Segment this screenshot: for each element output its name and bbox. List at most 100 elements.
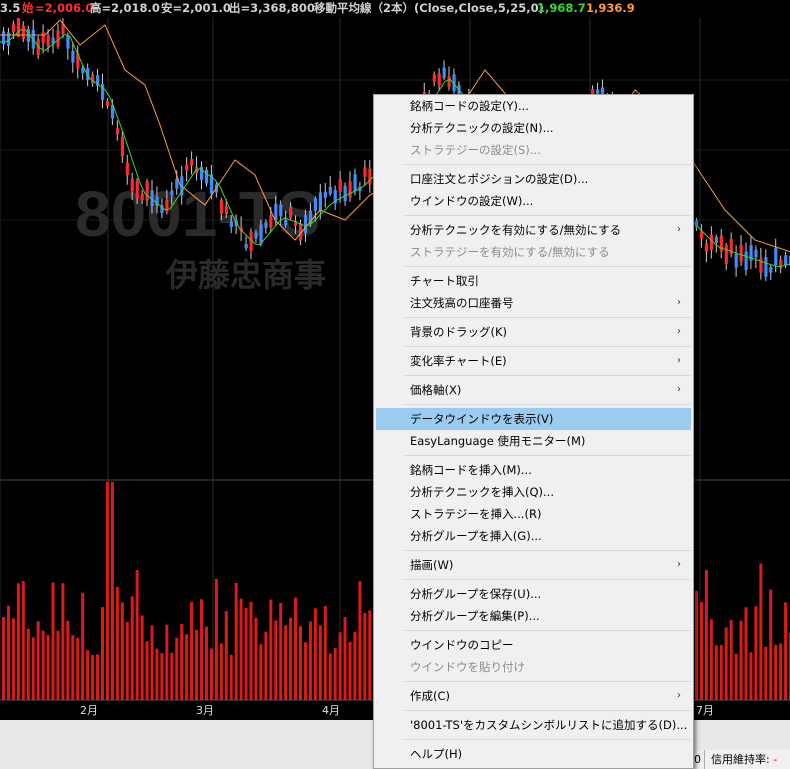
menu-item[interactable]: 注文残高の口座番号 › [376, 292, 691, 314]
candle-body [774, 247, 778, 265]
menu-item[interactable]: 分析テクニックを有効にする/無効にする › [376, 219, 691, 241]
submenu-arrow-icon: › [677, 326, 681, 337]
menu-item-label: 背景のドラッグ(K) [410, 325, 508, 339]
menu-item[interactable]: 分析テクニックを挿入(Q)... [376, 481, 691, 503]
candle-body [744, 251, 748, 271]
volume-bar [101, 607, 104, 700]
volume-bar [120, 602, 124, 700]
menu-item-label: 口座注文とポジションの設定(D)... [410, 172, 589, 186]
menu-item[interactable]: 変化率チャート(E) › [376, 350, 691, 372]
volume-bar [135, 569, 139, 700]
volume-bar [190, 601, 194, 700]
menu-item-label: ウインドウの設定(W)... [410, 194, 534, 208]
volume-bar [36, 621, 40, 700]
menu-item[interactable]: 分析グループを挿入(G)... [376, 525, 691, 547]
volume-bar [229, 654, 233, 700]
candle-body [170, 190, 174, 196]
menu-item-label: 分析テクニックの設定(N)... [410, 121, 554, 135]
menu-item[interactable]: 描画(W) › [376, 554, 691, 576]
menu-item[interactable]: 口座注文とポジションの設定(D)... [376, 168, 691, 190]
candle-body [734, 253, 738, 268]
margin-ratio-label: 信用維持率: [711, 753, 770, 766]
volume-bar [289, 617, 293, 700]
menu-item[interactable]: 銘柄コードを挿入(M)... [376, 459, 691, 481]
menu-item[interactable]: 価格軸(X) › [376, 379, 691, 401]
candle-body [704, 243, 709, 252]
volume-bar [363, 612, 367, 700]
volume-bar [46, 635, 50, 700]
volume-bar [769, 589, 773, 700]
volume-bar [274, 620, 278, 700]
volume-bar [749, 652, 753, 700]
menu-item-label: データウインドウを表示(V) [410, 412, 554, 426]
candle-body [264, 222, 268, 228]
volume-bar [333, 648, 337, 700]
menu-item[interactable]: EasyLanguage 使用モニター(M) [376, 430, 691, 452]
volume-bar [175, 637, 179, 700]
month-label: 7月 [696, 704, 714, 717]
volume-bar [61, 583, 65, 700]
candle-body [140, 193, 144, 201]
candle-body [105, 100, 110, 107]
menu-item[interactable]: ヘルプ(H) [376, 743, 691, 765]
menu-separator [404, 375, 691, 376]
volume-bar [744, 607, 748, 700]
month-label: 3月 [196, 704, 214, 717]
volume-bar [353, 631, 357, 700]
candle-body [279, 204, 283, 217]
candle-body [185, 164, 189, 171]
menu-item[interactable]: データウインドウを表示(V) [376, 408, 691, 430]
menu-item[interactable]: ウインドウの設定(W)... [376, 190, 691, 212]
volume-bar [31, 637, 35, 700]
menu-item[interactable]: 分析グループを保存(U)... [376, 583, 691, 605]
candle-body [41, 32, 45, 43]
volume-bar [234, 582, 238, 700]
menu-item[interactable]: ウインドウのコピー [376, 634, 691, 656]
volume-bar [719, 645, 723, 700]
volume-bar [96, 654, 100, 700]
volume-bar [41, 630, 45, 700]
candle-body [259, 224, 263, 244]
menu-item-label: ヘルプ(H) [410, 747, 463, 761]
volume-bar [318, 625, 322, 700]
candle-body [229, 221, 233, 227]
volume-bar [338, 632, 342, 700]
menu-item[interactable]: 銘柄コードの設定(Y)... [376, 95, 691, 117]
menu-item[interactable]: 作成(C) › [376, 685, 691, 707]
menu-item[interactable]: 分析グループを編集(P)... [376, 605, 691, 627]
candle-body [219, 200, 223, 214]
menu-item[interactable]: '8001-TS'をカスタムシンボルリストに追加する(D)... [376, 714, 691, 736]
volume-bar [150, 625, 154, 700]
candle-body [16, 18, 21, 38]
candle-body [754, 249, 758, 258]
menu-item-label: チャート取引 [410, 274, 479, 288]
menu-separator [404, 455, 691, 456]
volume-bar [724, 627, 728, 700]
menu-item[interactable]: 分析テクニックの設定(N)... [376, 117, 691, 139]
menu-item[interactable]: ストラテジーを挿入...(R) [376, 503, 691, 525]
candle-body [764, 257, 768, 277]
menu-separator [404, 710, 691, 711]
menu-item: ストラテジーを有効にする/無効にする [376, 241, 691, 263]
volume-bar [249, 601, 253, 700]
volume-bar [224, 611, 228, 700]
candle-body [289, 207, 293, 219]
menu-item-label: ストラテジーを挿入...(R) [410, 507, 542, 521]
volume-bar [734, 653, 738, 700]
candle-body [432, 74, 436, 82]
candle-body [6, 32, 11, 46]
menu-item-label: ウインドウのコピー [410, 638, 514, 652]
menu-item[interactable]: チャート取引 [376, 270, 691, 292]
menu-item-label: 銘柄コードの設定(Y)... [410, 99, 529, 113]
volume-bar [26, 628, 30, 700]
context-menu[interactable]: 銘柄コードの設定(Y)... 分析テクニックの設定(N)... ストラテジーの設定(… [373, 94, 694, 769]
menu-separator [404, 739, 691, 740]
candle-body [66, 35, 70, 49]
menu-separator [404, 579, 691, 580]
candle-body [759, 258, 763, 273]
volume-bar [779, 643, 783, 700]
menu-item[interactable]: 背景のドラッグ(K) › [376, 321, 691, 343]
menu-item-label: ウインドウを貼り付け [410, 660, 525, 674]
candle-body [190, 158, 194, 166]
candle-body [21, 25, 25, 39]
